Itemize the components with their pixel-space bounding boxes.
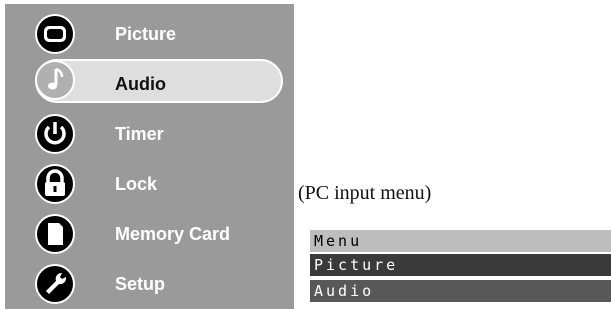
osd-item-lock[interactable]: Lock xyxy=(5,158,294,208)
osd-item-timer[interactable]: Timer xyxy=(5,108,294,158)
osd-item-label: Picture xyxy=(115,24,177,44)
osd-item-audio[interactable]: Audio xyxy=(5,58,294,108)
osd-item-label: Setup xyxy=(115,274,166,294)
osd-item-setup[interactable]: Setup xyxy=(5,258,294,308)
osd-item-picture[interactable]: Picture xyxy=(5,8,294,58)
memory-card-icon xyxy=(35,214,75,254)
pc-input-menu-caption: (PC input menu) xyxy=(298,182,432,204)
osd-item-label: Audio xyxy=(115,74,166,94)
pc-menu-item-picture[interactable]: Picture xyxy=(310,254,611,276)
osd-item-label: Lock xyxy=(115,174,158,194)
padlock-icon xyxy=(35,164,75,204)
wrench-icon xyxy=(35,264,75,304)
osd-item-memory-card[interactable]: Memory Card xyxy=(5,208,294,258)
tv-screen-icon xyxy=(35,14,75,54)
pc-input-menu: Menu Picture Audio xyxy=(310,230,611,305)
pc-menu-header: Menu xyxy=(310,230,611,252)
osd-menu-panel: Picture Audio Timer Lock Memory Card Set… xyxy=(5,4,294,309)
pc-menu-item-audio[interactable]: Audio xyxy=(310,280,611,302)
osd-item-label: Memory Card xyxy=(115,224,231,244)
power-timer-icon xyxy=(35,114,75,154)
music-note-icon xyxy=(35,60,75,100)
osd-item-label: Timer xyxy=(115,124,164,144)
